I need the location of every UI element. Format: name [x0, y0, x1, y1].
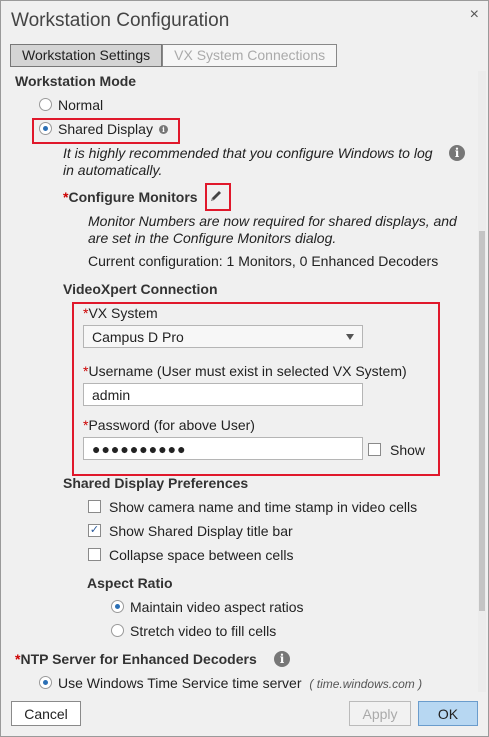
auto-login-info-icon[interactable]: i [449, 145, 465, 161]
title-bar: Workstation Configuration × [1, 1, 488, 41]
collapse-space-checkbox[interactable] [88, 548, 101, 561]
ntp-info-icon[interactable]: i [274, 651, 290, 667]
time-server-hint: ( time.windows.com ) [309, 677, 423, 691]
normal-radio-label[interactable]: Normal [58, 97, 103, 113]
vx-system-label: *VX System [83, 305, 158, 321]
configure-monitors-label: Configure Monitors [68, 189, 198, 205]
aspect-ratio-heading: Aspect Ratio [87, 575, 173, 591]
vx-system-label-text: VX System [88, 305, 158, 321]
tab-bar: Workstation Settings VX System Connectio… [10, 44, 338, 67]
username-label: *Username (User must exist in selected V… [83, 363, 407, 379]
collapse-space-label[interactable]: Collapse space between cells [109, 547, 293, 563]
stretch-video-label[interactable]: Stretch video to fill cells [130, 623, 276, 639]
edit-pencil-icon[interactable] [209, 189, 223, 203]
password-field[interactable]: ●●●●●●●●●● [83, 437, 363, 460]
chevron-down-icon [346, 334, 354, 340]
content-scrollbar[interactable] [478, 71, 486, 692]
show-password-label[interactable]: Show [390, 442, 425, 458]
stretch-video-radio[interactable] [111, 624, 124, 637]
apply-button[interactable]: Apply [349, 701, 411, 726]
shared-display-radio-label[interactable]: Shared Display [58, 121, 153, 137]
password-label-text: Password (for above User) [88, 417, 255, 433]
windows-time-service-label[interactable]: Use Windows Time Service time server ( t… [58, 675, 422, 691]
tab-workstation-settings[interactable]: Workstation Settings [10, 44, 163, 67]
shared-display-radio[interactable] [39, 122, 52, 135]
shared-display-info-icon[interactable]: i [159, 125, 168, 134]
windows-time-service-radio[interactable] [39, 676, 52, 689]
workstation-mode-heading: Workstation Mode [15, 73, 137, 89]
current-configuration-text: Current configuration: 1 Monitors, 0 Enh… [88, 253, 439, 269]
maintain-aspect-label[interactable]: Maintain video aspect ratios [130, 599, 304, 615]
ntp-server-heading-text: NTP Server for Enhanced Decoders [20, 651, 257, 667]
auto-login-recommendation: It is highly recommended that you config… [63, 145, 433, 178]
ntp-server-heading: *NTP Server for Enhanced Decoders [15, 651, 257, 667]
maintain-aspect-radio[interactable] [111, 600, 124, 613]
shared-display-preferences-heading: Shared Display Preferences [63, 475, 249, 491]
cancel-button[interactable]: Cancel [11, 701, 81, 726]
camera-name-label[interactable]: Show camera name and time stamp in video… [109, 499, 417, 515]
ok-button[interactable]: OK [418, 701, 478, 726]
workstation-configuration-dialog: Workstation Configuration × Workstation … [0, 0, 489, 737]
vx-system-value: Campus D Pro [92, 329, 184, 345]
scrollbar-thumb[interactable] [479, 231, 485, 611]
normal-radio[interactable] [39, 98, 52, 111]
monitor-numbers-note: Monitor Numbers are now required for sha… [88, 213, 457, 246]
title-bar-checkbox[interactable]: ✓ [88, 524, 101, 537]
show-password-checkbox[interactable] [368, 443, 381, 456]
windows-time-service-label-text: Use Windows Time Service time server [58, 675, 302, 691]
configure-monitors-heading: *Configure Monitors [63, 189, 198, 205]
tab-vx-system-connections[interactable]: VX System Connections [162, 44, 338, 67]
videoxpert-connection-heading: VideoXpert Connection [63, 281, 218, 297]
password-label: *Password (for above User) [83, 417, 255, 433]
title-bar-label[interactable]: Show Shared Display title bar [109, 523, 293, 539]
username-field[interactable]: admin [83, 383, 363, 406]
username-label-text: Username (User must exist in selected VX… [88, 363, 407, 379]
dialog-footer: Cancel Apply OK [1, 695, 488, 736]
camera-name-checkbox[interactable] [88, 500, 101, 513]
close-icon[interactable]: × [470, 6, 479, 24]
vx-system-select[interactable]: Campus D Pro [83, 325, 363, 348]
dialog-title: Workstation Configuration [11, 10, 230, 31]
settings-content: Workstation Mode Normal Shared Display i… [1, 71, 476, 692]
